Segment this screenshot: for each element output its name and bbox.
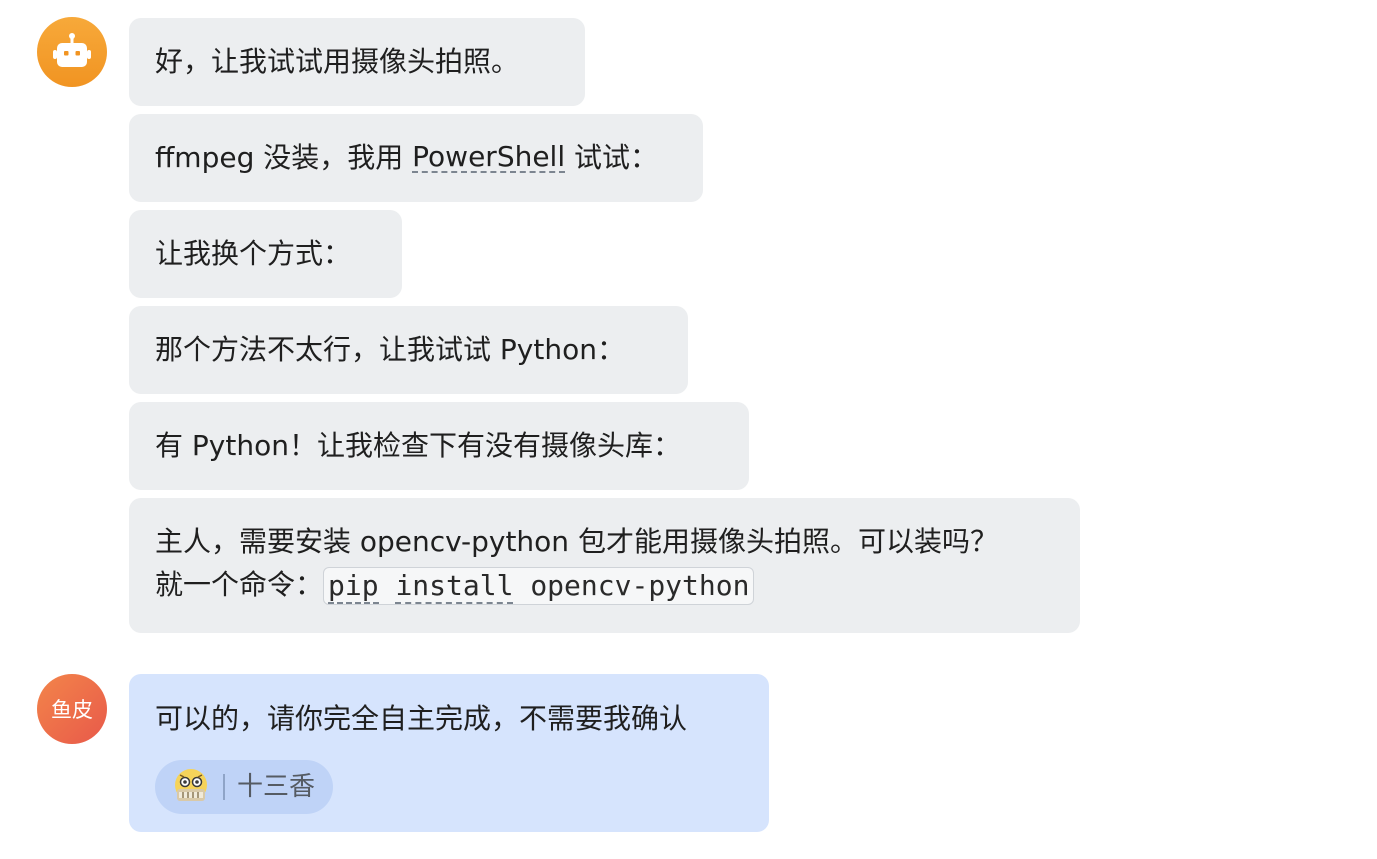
message-text: ffmpeg 没装，我用 [155, 141, 413, 174]
robot-face-icon [169, 765, 213, 809]
inline-code[interactable]: pip install opencv-python [323, 567, 755, 605]
message-text: 让我换个方式： [155, 237, 352, 270]
message-text: 那个方法不太行，让我试试 Python： [155, 333, 625, 366]
bot-message: 主人，需要安装 opencv-python 包才能用摄像头拍照。可以装吗？ 就一… [129, 498, 1080, 633]
bot-message: 有 Python！让我检查下有没有摄像头库： [129, 402, 749, 490]
bot-message: 让我换个方式： [129, 210, 402, 298]
message-line: 就一个命令： pip install opencv-python [155, 563, 1054, 606]
mention-name: 十三香 [237, 772, 316, 802]
term-link[interactable]: PowerShell [412, 143, 566, 173]
bot-avatar[interactable] [37, 17, 107, 87]
robot-icon [53, 33, 91, 67]
message-text: 好，让我试试用摄像头拍照。 [155, 45, 520, 78]
message-line: 主人，需要安装 opencv-python 包才能用摄像头拍照。可以装吗？ [155, 525, 998, 558]
message-text: 可以的，请你完全自主完成，不需要我确认 [155, 702, 688, 735]
user-avatar[interactable]: 鱼皮 [37, 674, 107, 744]
message-text: 有 Python！让我检查下有没有摄像头库： [155, 429, 681, 462]
user-avatar-text: 鱼皮 [51, 698, 93, 722]
bot-message: ffmpeg 没装，我用 PowerShell 试试： [129, 114, 703, 202]
bot-message: 好，让我试试用摄像头拍照。 [129, 18, 585, 106]
mention-chip[interactable]: 十三香 [155, 760, 334, 814]
message-text: 就一个命令： [155, 568, 324, 601]
bot-message: 那个方法不太行，让我试试 Python： [129, 306, 688, 394]
mention-divider [223, 774, 225, 800]
code-token: install [395, 569, 514, 604]
user-message: 可以的，请你完全自主完成，不需要我确认 十三香 [129, 674, 769, 832]
message-text: 试试： [565, 141, 659, 174]
code-token: pip [328, 569, 379, 604]
code-token: opencv-python [513, 569, 750, 602]
